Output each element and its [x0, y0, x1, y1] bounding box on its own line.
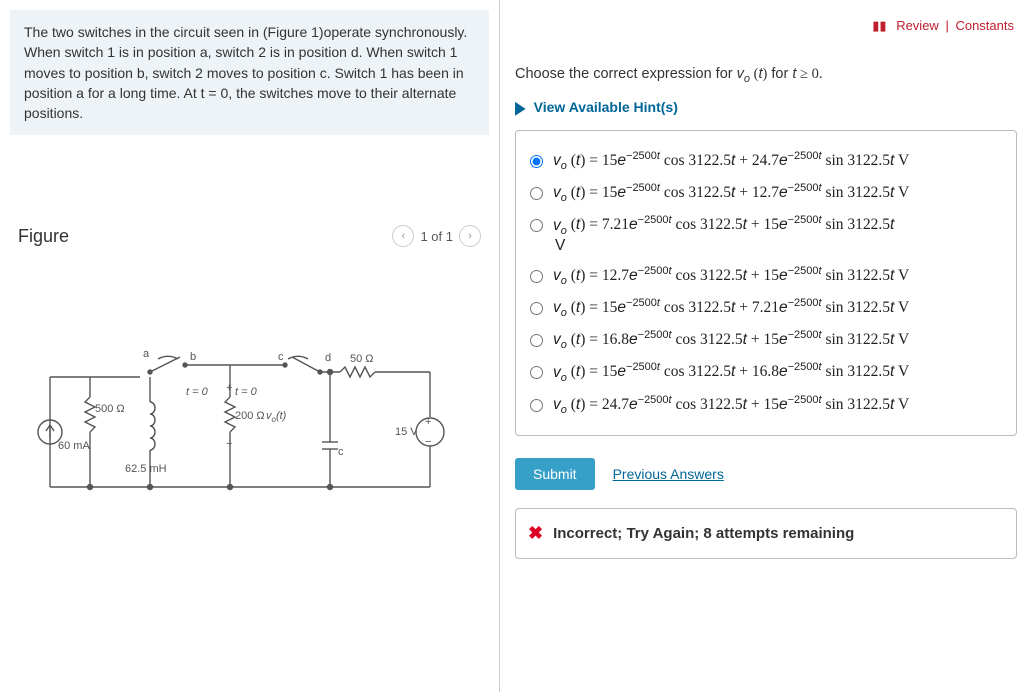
question-prompt: Choose the correct expression for vo (t)…: [515, 66, 1017, 85]
option-radio[interactable]: [530, 219, 543, 232]
svg-text:−: −: [226, 438, 232, 450]
top-links: ▮▮ Review | Constants: [872, 18, 1014, 34]
svg-text:50 Ω: 50 Ω: [350, 353, 374, 365]
option-equation: vo (t) = 15e−2500t cos 3122.5t + 7.21e−2…: [553, 297, 909, 319]
svg-text:15 V: 15 V: [395, 426, 418, 438]
svg-text:c: c: [278, 351, 284, 363]
answer-option[interactable]: vo (t) = 16.8e−2500t cos 3122.5t + 15e−2…: [528, 324, 1004, 356]
option-equation: vo (t) = 15e−2500t cos 3122.5t + 24.7e−2…: [553, 150, 909, 172]
previous-answers-link[interactable]: Previous Answers: [613, 466, 724, 482]
prompt-pre: Choose the correct expression for: [515, 66, 737, 82]
option-radio[interactable]: [530, 302, 543, 315]
svg-text:62.5 mH: 62.5 mH: [125, 463, 167, 475]
figure-header: Figure ‹ 1 of 1 ›: [10, 225, 489, 247]
right-panel: ▮▮ Review | Constants Choose the correct…: [500, 0, 1032, 692]
svg-text:c: c: [338, 446, 344, 458]
problem-statement: The two switches in the circuit seen in …: [10, 10, 489, 135]
answer-option[interactable]: vo (t) = 7.21e−2500t cos 3122.5t + 15e−2…: [528, 209, 1004, 259]
svg-text:t = 0: t = 0: [235, 386, 258, 398]
svg-text:b: b: [190, 351, 196, 363]
flag-icon: ▮▮: [872, 18, 886, 33]
svg-text:60 mA: 60 mA: [58, 440, 90, 452]
svg-text:vo(t): vo(t): [266, 410, 287, 424]
svg-text:200 Ω: 200 Ω: [235, 410, 265, 422]
option-radio[interactable]: [530, 187, 543, 200]
option-equation: vo (t) = 24.7e−2500t cos 3122.5t + 15e−2…: [553, 394, 909, 416]
problem-text: The two switches in the circuit seen in …: [24, 24, 467, 121]
svg-text:+: +: [226, 382, 232, 394]
option-radio[interactable]: [530, 399, 543, 412]
prompt-mid: for: [771, 66, 792, 82]
svg-text:a: a: [143, 348, 150, 360]
option-equation: vo (t) = 15e−2500t cos 3122.5t + 16.8e−2…: [553, 361, 909, 383]
answer-option[interactable]: vo (t) = 24.7e−2500t cos 3122.5t + 15e−2…: [528, 389, 1004, 421]
svg-text:t = 0: t = 0: [186, 386, 209, 398]
option-equation: vo (t) = 12.7e−2500t cos 3122.5t + 15e−2…: [553, 265, 909, 287]
pager-text: 1 of 1: [420, 229, 453, 244]
left-panel: The two switches in the circuit seen in …: [0, 0, 500, 692]
svg-text:500 Ω: 500 Ω: [95, 403, 125, 415]
review-link[interactable]: Review: [896, 18, 939, 33]
option-radio[interactable]: [530, 366, 543, 379]
pager-next-button[interactable]: ›: [459, 225, 481, 247]
svg-text:d: d: [325, 352, 331, 364]
option-radio[interactable]: [530, 155, 543, 168]
answer-option[interactable]: vo (t) = 15e−2500t cos 3122.5t + 7.21e−2…: [528, 292, 1004, 324]
link-separator: |: [945, 18, 948, 33]
option-equation: vo (t) = 7.21e−2500t cos 3122.5t + 15e−2…: [553, 214, 894, 254]
option-radio[interactable]: [530, 334, 543, 347]
constants-link[interactable]: Constants: [955, 18, 1014, 33]
figure-pager: ‹ 1 of 1 ›: [392, 225, 481, 247]
svg-text:−: −: [425, 436, 431, 448]
incorrect-x-icon: ✖: [528, 523, 543, 544]
circuit-figure: a b c d 500 Ω 60 mA 62.5 mH t = 0 t = 0 + −…: [10, 347, 489, 512]
pager-prev-button[interactable]: ‹: [392, 225, 414, 247]
hints-label: View Available Hint(s): [534, 99, 678, 115]
feedback-box: ✖ Incorrect; Try Again; 8 attempts remai…: [515, 508, 1017, 559]
svg-text:+: +: [425, 416, 431, 428]
option-radio[interactable]: [530, 270, 543, 283]
answer-option[interactable]: vo (t) = 15e−2500t cos 3122.5t + 12.7e−2…: [528, 177, 1004, 209]
figure-title: Figure: [18, 226, 69, 247]
submit-button[interactable]: Submit: [515, 458, 595, 490]
triangle-right-icon: ▶: [515, 96, 526, 118]
answer-option[interactable]: vo (t) = 15e−2500t cos 3122.5t + 16.8e−2…: [528, 356, 1004, 388]
answer-options-box: vo (t) = 15e−2500t cos 3122.5t + 24.7e−2…: [515, 130, 1017, 436]
view-hints-toggle[interactable]: ▶ View Available Hint(s): [515, 99, 1017, 116]
option-equation: vo (t) = 15e−2500t cos 3122.5t + 12.7e−2…: [553, 182, 909, 204]
answer-option[interactable]: vo (t) = 12.7e−2500t cos 3122.5t + 15e−2…: [528, 260, 1004, 292]
action-row: Submit Previous Answers: [515, 458, 1017, 490]
option-equation: vo (t) = 16.8e−2500t cos 3122.5t + 15e−2…: [553, 329, 909, 351]
feedback-message: Incorrect; Try Again; 8 attempts remaini…: [553, 525, 854, 542]
answer-option[interactable]: vo (t) = 15e−2500t cos 3122.5t + 24.7e−2…: [528, 145, 1004, 177]
